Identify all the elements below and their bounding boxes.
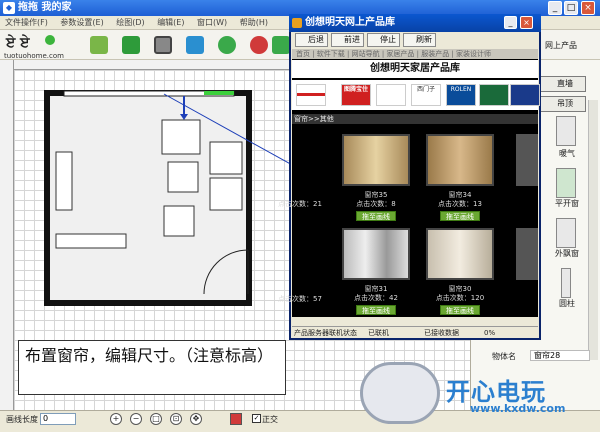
product-name: 窗帘34 <box>448 191 472 199</box>
zoom-out-icon[interactable]: − <box>130 413 142 425</box>
floorplan-icon[interactable] <box>154 36 172 54</box>
zoom-fit-icon[interactable]: □ <box>150 413 162 425</box>
pan-icon[interactable]: ✥ <box>190 413 202 425</box>
popup-close-button[interactable]: × <box>520 16 533 29</box>
brand-logo[interactable] <box>479 84 509 106</box>
svg-text:tuotuohome.com: tuotuohome.com <box>4 52 64 60</box>
menu-file[interactable]: 文件操作(F) <box>0 16 53 30</box>
straight-wall-button[interactable]: 直墙 <box>540 76 586 92</box>
brand-logo[interactable] <box>376 84 406 106</box>
stop-button[interactable]: 停止 <box>367 33 400 47</box>
minimize-button[interactable]: _ <box>548 1 562 15</box>
casement-window-icon[interactable] <box>556 168 576 198</box>
menu-window[interactable]: 窗口(W) <box>192 16 232 30</box>
ceiling-button[interactable]: 吊顶 <box>540 96 586 112</box>
right-panel-scrollbar[interactable] <box>588 100 598 360</box>
window-title: 拖拖 我的家 <box>18 2 72 13</box>
product-thumbnail[interactable] <box>342 228 410 280</box>
library-status-bar: 产品服务器联机状态 已联机 已接收数据 0% <box>292 326 538 338</box>
back-button[interactable]: 后退 <box>295 33 328 47</box>
object-name-label: 物体名 <box>492 352 516 361</box>
product-thumbnail[interactable] <box>342 134 410 186</box>
site-nav[interactable]: 首页 | 软件下载 | 网站导航 | 家居产品 | 服装产品 | 家装设计师 <box>292 49 538 59</box>
drag-to-canvas-button[interactable]: 拖至画线 <box>440 211 480 221</box>
menu-draw[interactable]: 绘图(D) <box>111 16 149 30</box>
zoom-in-icon[interactable]: + <box>110 413 122 425</box>
online-products-tab[interactable]: 网上产品 <box>545 40 577 51</box>
menu-settings[interactable]: 参数设置(E) <box>55 16 108 30</box>
product-clicks: 点击次数：120 <box>435 294 485 302</box>
product-name: 窗帘30 <box>448 285 472 293</box>
brand-logo[interactable]: 西门子 <box>411 84 441 106</box>
product-clicks: 点击次数：13 <box>438 200 482 208</box>
drag-to-canvas-button[interactable]: 拖至画线 <box>356 211 396 221</box>
furniture-layout[interactable] <box>44 86 294 316</box>
forward-button[interactable]: 前进 <box>331 33 364 47</box>
online-status: 已联机 <box>368 329 389 337</box>
product-thumbnail[interactable] <box>516 134 538 186</box>
brand-logo[interactable] <box>510 84 540 106</box>
instruction-text: 布置窗帘，编辑尺寸。（注意标高） <box>18 340 286 395</box>
popup-minimize-button[interactable]: _ <box>504 16 517 29</box>
product-thumbnail[interactable] <box>426 134 494 186</box>
menu-help[interactable]: 帮助(H) <box>235 16 273 30</box>
record-icon[interactable] <box>250 36 268 54</box>
watermark-url: www.kxdw.com <box>470 402 566 415</box>
casement-window-label: 平开窗 <box>555 199 579 208</box>
brand-logo[interactable]: 图腾宝住 <box>341 84 371 106</box>
radiator-label: 暖气 <box>559 149 575 158</box>
ortho-checkbox[interactable]: ✓ <box>252 414 261 423</box>
table-icon[interactable] <box>186 36 204 54</box>
product-caption: 点击次数：21 <box>278 200 322 208</box>
product-name: 窗帘35 <box>364 191 388 199</box>
drag-to-canvas-button[interactable]: 拖至画线 <box>440 305 480 315</box>
product-thumbnail[interactable] <box>516 228 538 280</box>
layers-icon[interactable] <box>90 36 108 54</box>
menu-edit[interactable]: 编辑(E) <box>152 16 189 30</box>
progress-percent: 0% <box>484 329 496 337</box>
product-name: 窗帘31 <box>364 285 388 293</box>
zoom-window-icon[interactable]: ⊡ <box>170 413 182 425</box>
line-length-label: 画线长度 <box>6 415 38 424</box>
object-name-value[interactable]: 窗帘28 <box>530 350 590 361</box>
svg-text:ਏ ਏ: ਏ ਏ <box>5 34 30 51</box>
category-breadcrumb[interactable]: 窗帘>>其他 <box>292 114 538 124</box>
box-icon[interactable] <box>122 36 140 54</box>
bay-window-icon[interactable] <box>556 218 576 248</box>
close-button[interactable]: × <box>581 1 595 15</box>
product-clicks: 点击次数：42 <box>354 294 398 302</box>
ruler-left <box>0 60 14 410</box>
bay-window-label: 外飘窗 <box>555 249 579 258</box>
received-status: 已接收数据 <box>424 329 459 337</box>
app-icon: ◆ <box>3 2 15 14</box>
server-status-label: 产品服务器联机状态 <box>294 329 357 337</box>
tuotuo-logo-icon: ਏ ਏ tuotuohome.com <box>4 34 64 60</box>
ortho-label: 正交 <box>262 415 278 424</box>
column-label: 圆柱 <box>559 299 575 308</box>
drag-to-canvas-button[interactable]: 拖至画线 <box>356 305 396 315</box>
library-icon <box>292 18 302 28</box>
product-caption: 点击次数：57 <box>278 295 322 303</box>
maximize-button[interactable]: □ <box>564 1 578 15</box>
refresh-button[interactable]: 刷新 <box>403 33 436 47</box>
brand-logo[interactable]: ROLEN <box>446 84 476 106</box>
library-heading: 创想明天家居产品库 <box>292 60 538 78</box>
radiator-icon[interactable] <box>556 116 576 146</box>
color-picker-icon[interactable] <box>230 413 242 425</box>
arrow-icon[interactable] <box>272 36 290 54</box>
column-icon[interactable] <box>561 268 571 298</box>
brand-logo[interactable] <box>296 84 326 106</box>
product-clicks: 点击次数：8 <box>356 200 396 208</box>
rotate-icon[interactable] <box>218 36 236 54</box>
product-thumbnail[interactable] <box>426 228 494 280</box>
kxdw-mascot-icon <box>360 362 440 424</box>
line-length-input[interactable]: 0 <box>40 413 76 425</box>
